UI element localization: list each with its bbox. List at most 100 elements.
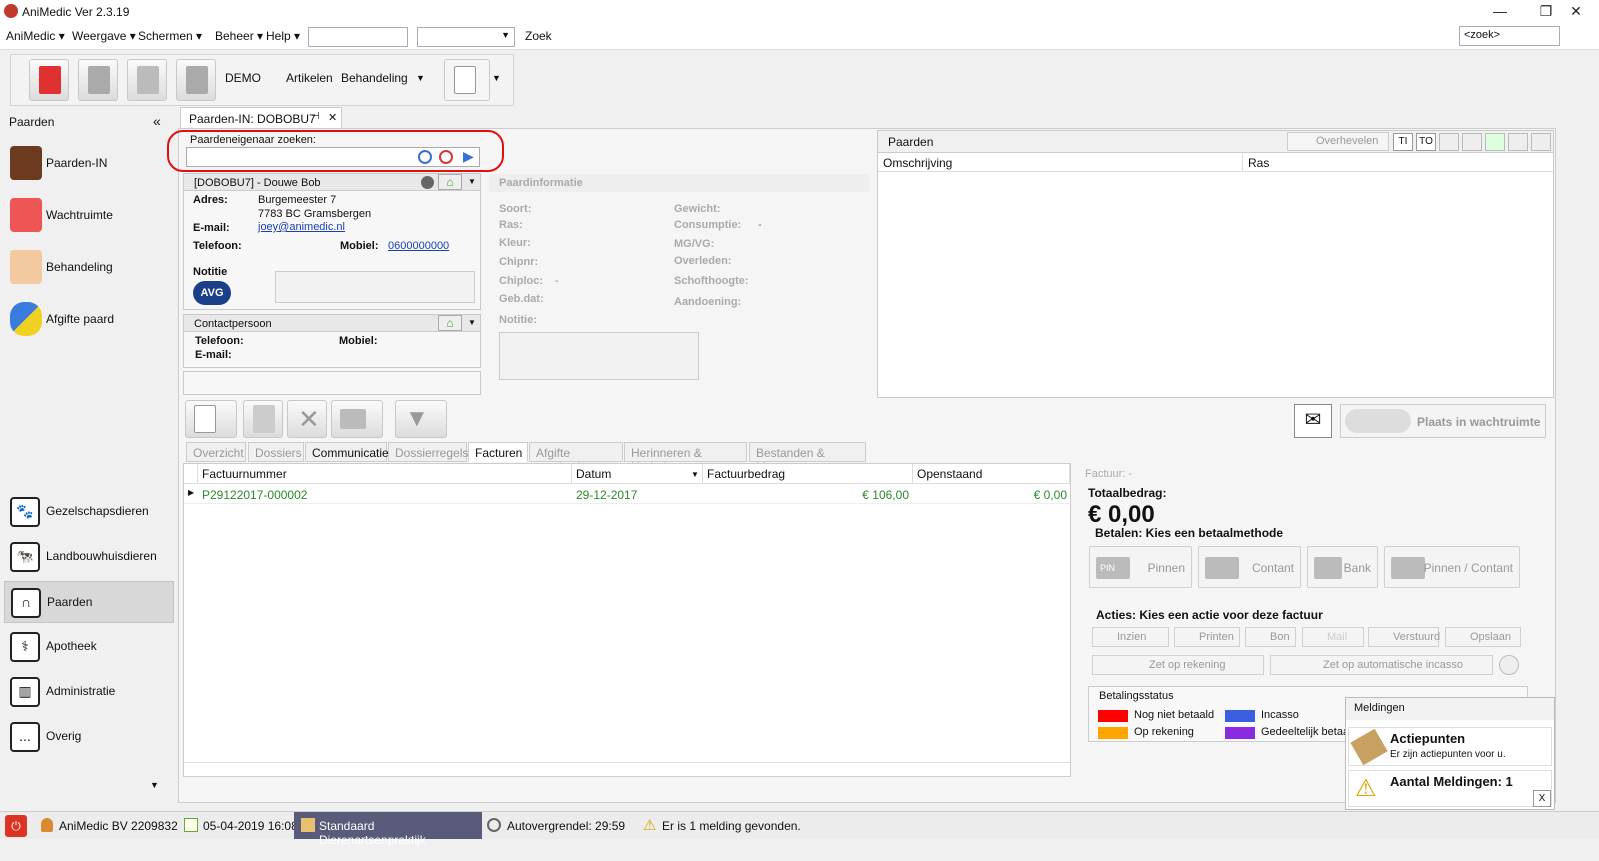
edit-button[interactable]	[127, 59, 167, 101]
horizontal-scrollbar[interactable]	[184, 762, 1070, 776]
sidebar-item-gezelschapsdieren[interactable]: 🐾 Gezelschapsdieren	[4, 491, 174, 533]
print-icon[interactable]	[1439, 133, 1459, 151]
menu-beheer[interactable]: Beheer ▾	[215, 29, 263, 43]
chevron-down-icon[interactable]: ▼	[468, 318, 476, 327]
zet-op-rekening-button[interactable]: Zet op rekening	[1092, 655, 1264, 675]
pinnen-button[interactable]: PIN Pinnen	[1089, 546, 1192, 588]
artikelen-button[interactable]: Artikelen	[286, 71, 333, 85]
printen-button[interactable]: Printen	[1174, 627, 1240, 647]
horse-notitie-field[interactable]	[499, 332, 699, 380]
filter-button[interactable]: ▼	[395, 400, 447, 438]
menu-help[interactable]: Help ▾	[266, 29, 300, 43]
column-openstaand[interactable]: Openstaand	[913, 464, 1070, 484]
chiploc-label: Chiploc:	[499, 275, 543, 287]
inzien-button[interactable]: Inzien	[1092, 627, 1169, 647]
sidebar-item-wachtruimte[interactable]: Wachtruimte	[6, 190, 174, 242]
notifications-close-button[interactable]: X	[1533, 790, 1551, 807]
sidebar-item-paarden-in[interactable]: Paarden-IN	[6, 138, 174, 190]
new-record-button[interactable]	[185, 400, 237, 438]
edit-icon[interactable]	[1508, 133, 1528, 151]
menu-text-input[interactable]	[308, 27, 408, 47]
contant-button[interactable]: Contant	[1198, 546, 1301, 588]
tab-bestanden[interactable]: Bestanden & Mappen	[749, 442, 866, 474]
aantal-meldingen-item[interactable]: ⚠ Aantal Meldingen: 1	[1348, 770, 1552, 807]
menu-weergave[interactable]: Weergave ▾	[72, 29, 136, 43]
chevron-down-icon[interactable]: ▼	[150, 780, 159, 790]
document-tab[interactable]: Paarden-IN: DOBOBU7 ⊣ ✕	[180, 107, 342, 128]
behandeling-button[interactable]: Behandeling	[341, 71, 408, 85]
sidebar-item-label: Paarden	[47, 595, 93, 609]
print-button[interactable]	[331, 400, 383, 438]
global-search-input[interactable]: <zoek>	[1459, 26, 1560, 46]
tab-dossierregels[interactable]: Dossierregels	[388, 442, 468, 462]
chevron-down-icon[interactable]: ▼	[416, 73, 425, 83]
close-icon[interactable]: ✕	[1553, 0, 1599, 24]
avg-badge[interactable]: AVG	[193, 281, 231, 305]
plaats-wachtruimte-button[interactable]: Plaats in wachtruimte	[1340, 404, 1546, 438]
new-button[interactable]	[29, 59, 69, 101]
menu-schermen[interactable]: Schermen ▾	[138, 29, 202, 43]
tab-overzicht[interactable]: Overzicht	[186, 442, 246, 462]
delete-button[interactable]	[176, 59, 216, 101]
disable-icon[interactable]	[1462, 133, 1482, 151]
demo-label[interactable]: DEMO	[225, 71, 261, 85]
home-icon[interactable]: ⌂	[438, 315, 462, 331]
sidebar-item-behandeling[interactable]: Behandeling	[6, 242, 174, 294]
sidebar-item-afgifte-paard[interactable]: Afgifte paard	[6, 294, 174, 346]
column-factuurnummer[interactable]: Factuurnummer	[198, 464, 572, 484]
tab-herinneren[interactable]: Herinneren & Herhalen	[624, 442, 747, 474]
column-datum[interactable]: Datum	[572, 464, 703, 484]
trash-icon[interactable]	[1531, 133, 1551, 151]
bank-button[interactable]: Bank	[1307, 546, 1378, 588]
mail-icon[interactable]: ✉	[1294, 404, 1332, 438]
collapse-icon[interactable]: «	[153, 113, 161, 129]
horse-info-header: Paardinformatie	[499, 177, 583, 189]
sidebar-item-apotheek[interactable]: ⚕ Apotheek	[4, 626, 174, 668]
column-omschrijving[interactable]: Omschrijving	[878, 153, 1243, 172]
menu-animedic[interactable]: AniMedic ▾	[6, 29, 65, 43]
zet-op-incasso-button[interactable]: Zet op automatische incasso	[1270, 655, 1493, 675]
pinnen-contant-button[interactable]: Pinnen / Contant	[1384, 546, 1520, 588]
tab-communicatie[interactable]: Communicatie	[305, 442, 389, 462]
delete-record-button[interactable]: ✕	[287, 400, 327, 438]
minimize-icon[interactable]: —	[1477, 0, 1523, 24]
overhevelen-button[interactable]: Overhevelen	[1287, 132, 1389, 151]
table-row[interactable]: ▶ P29122017-000002 29-12-2017 € 106,00 €…	[184, 484, 1070, 504]
ti-button[interactable]: TI	[1393, 133, 1413, 151]
owner-notitie-field[interactable]	[275, 271, 475, 303]
email-link[interactable]: joey@animedic.nl	[258, 221, 345, 233]
pin-icon[interactable]: ⊣	[311, 111, 320, 122]
mail-button[interactable]: Mail	[1302, 627, 1364, 647]
horse-info-panel: Paardinformatie Soort: Ras: Kleur: Chipn…	[489, 174, 872, 394]
menu-select[interactable]: ▼	[417, 27, 515, 47]
save-button[interactable]	[78, 59, 118, 101]
bon-button[interactable]: Bon	[1245, 627, 1296, 647]
actiepunten-item[interactable]: Actiepunten Er zijn actiepunten voor u.	[1348, 727, 1552, 766]
home-icon[interactable]: ⌂	[438, 174, 462, 190]
sidebar-item-overig[interactable]: ... Overig	[4, 716, 174, 758]
add-horse-icon[interactable]	[1485, 133, 1505, 151]
opslaan-button[interactable]: Opslaan	[1445, 627, 1521, 647]
tab-dossiers[interactable]: Dossiers	[248, 442, 304, 462]
legend-label: Nog niet betaald	[1134, 709, 1215, 721]
refresh-icon[interactable]	[1499, 655, 1519, 675]
verstuurd-button[interactable]: Verstuurd	[1368, 627, 1440, 647]
copy-button[interactable]	[444, 59, 490, 101]
chevron-down-icon[interactable]: ▼	[492, 73, 501, 83]
chevron-down-icon[interactable]: ▼	[468, 177, 476, 186]
tab-facturen[interactable]: Facturen	[468, 442, 528, 462]
edit-record-button[interactable]	[243, 400, 283, 438]
power-icon[interactable]: ⏻	[5, 815, 27, 837]
tab-close-icon[interactable]: ✕	[328, 111, 337, 124]
horses-panel: Paarden Overhevelen TI TO Omschrijving R…	[877, 130, 1554, 398]
column-ras[interactable]: Ras	[1243, 153, 1553, 172]
mobiel-link[interactable]: 0600000000	[388, 240, 449, 252]
sidebar-item-administratie[interactable]: ▥ Administratie	[4, 671, 174, 713]
status-melding[interactable]: Er is 1 melding gevonden.	[662, 819, 801, 833]
column-factuurbedrag[interactable]: Factuurbedrag	[703, 464, 913, 484]
sidebar-item-landbouwhuisdieren[interactable]: 🐄 Landbouwhuisdieren	[4, 536, 174, 578]
to-button[interactable]: TO	[1416, 133, 1436, 151]
practice-selector[interactable]: Standaard Dierenartsenpraktijk	[294, 812, 482, 847]
tab-afgifte-medicatie[interactable]: Afgifte medicatie	[529, 442, 623, 474]
sidebar-item-paarden[interactable]: ∩ Paarden	[4, 581, 174, 623]
